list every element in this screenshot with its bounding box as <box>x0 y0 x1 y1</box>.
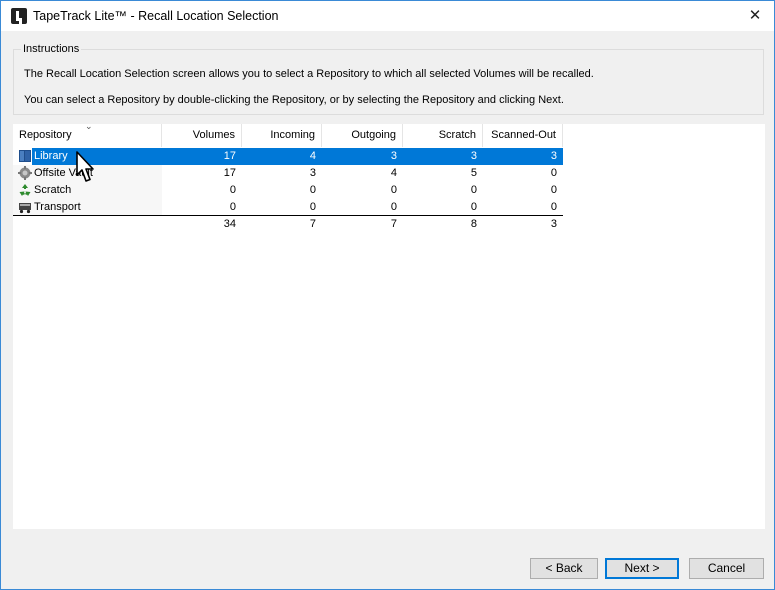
column-header-label: Repository <box>19 129 72 141</box>
volumes-value: 17 <box>223 167 236 179</box>
mouse-pointer-icon <box>76 151 94 182</box>
column-header-scanned-out[interactable]: Scanned-Out <box>483 124 563 147</box>
outgoing-value: 0 <box>390 184 397 196</box>
sort-descending-icon: ⌄ <box>85 121 93 131</box>
incoming-value: 4 <box>309 150 316 162</box>
next-button[interactable]: Next > <box>605 558 679 579</box>
offsite-vault-icon <box>18 166 32 180</box>
scratch-recycle-icon <box>19 184 31 196</box>
outgoing-value: 0 <box>390 201 397 213</box>
dialog-window: TapeTrack Lite™ - Recall Location Select… <box>0 0 775 590</box>
instructions-line-1: The Recall Location Selection screen all… <box>24 68 594 80</box>
scratch-value: 0 <box>470 184 477 196</box>
total-scratch: 8 <box>470 218 477 230</box>
column-header-outgoing[interactable]: Outgoing <box>322 124 403 147</box>
scanned-out-value: 0 <box>550 201 557 213</box>
instructions-line-2: You can select a Repository by double-cl… <box>24 94 564 106</box>
tapetrack-app-icon <box>11 8 27 24</box>
scanned-out-value: 0 <box>550 184 557 196</box>
close-button[interactable]: ✕ <box>737 1 773 31</box>
transport-truck-icon <box>19 203 31 214</box>
repository-name: Transport <box>34 201 81 213</box>
title-bar[interactable]: TapeTrack Lite™ - Recall Location Select… <box>1 1 774 31</box>
scratch-value: 3 <box>470 150 477 162</box>
column-header-scratch[interactable]: Scratch <box>403 124 483 147</box>
table-row[interactable]: Transport 0 0 0 0 0 <box>13 199 563 216</box>
scanned-out-value: 3 <box>550 150 557 162</box>
library-icon <box>19 150 31 162</box>
incoming-value: 3 <box>309 167 316 179</box>
volumes-value: 0 <box>229 201 236 213</box>
total-incoming: 7 <box>309 218 316 230</box>
column-header-repository[interactable]: ⌄ Repository <box>13 121 162 147</box>
total-scanned-out: 3 <box>550 218 557 230</box>
instructions-title: Instructions <box>21 43 82 55</box>
scanned-out-value: 0 <box>550 167 557 179</box>
column-header-volumes[interactable]: Volumes <box>162 124 242 147</box>
incoming-value: 0 <box>309 184 316 196</box>
totals-row: 34 7 7 8 3 <box>13 216 563 233</box>
repository-list[interactable]: ⌄ Repository Volumes Incoming Outgoing S… <box>13 121 765 529</box>
volumes-value: 0 <box>229 184 236 196</box>
column-header-incoming[interactable]: Incoming <box>242 124 322 147</box>
scratch-value: 5 <box>470 167 477 179</box>
total-outgoing: 7 <box>390 218 397 230</box>
total-volumes: 34 <box>223 218 236 230</box>
volumes-value: 17 <box>223 150 236 162</box>
window-title: TapeTrack Lite™ - Recall Location Select… <box>33 9 279 23</box>
cancel-button[interactable]: Cancel <box>689 558 764 579</box>
outgoing-value: 3 <box>390 150 397 162</box>
scratch-value: 0 <box>470 201 477 213</box>
outgoing-value: 4 <box>390 167 397 179</box>
back-button[interactable]: < Back <box>530 558 598 579</box>
incoming-value: 0 <box>309 201 316 213</box>
